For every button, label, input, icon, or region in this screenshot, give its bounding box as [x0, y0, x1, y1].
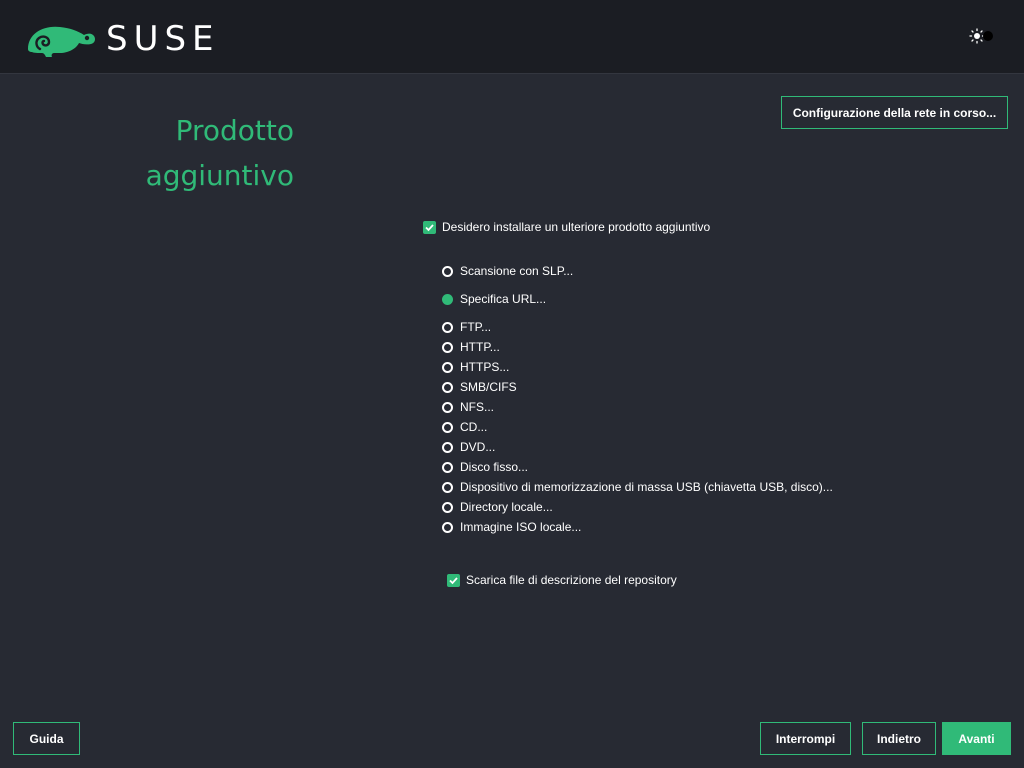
- checkbox-checked-icon: [447, 573, 460, 587]
- radio-option-label: NFS...: [460, 400, 495, 414]
- radio-option[interactable]: NFS...: [442, 399, 494, 415]
- radio-option-label: Disco fisso...: [460, 460, 529, 474]
- radio-option[interactable]: Dispositivo di memorizzazione di massa U…: [442, 479, 833, 495]
- radio-option-label: Immagine ISO locale...: [460, 520, 582, 534]
- radio-unselected-icon: [442, 361, 453, 373]
- radio-option-label: SMB/CIFS: [460, 380, 517, 394]
- radio-unselected-icon: [442, 265, 453, 277]
- radio-unselected-icon: [442, 501, 453, 513]
- brand-text: SUSE: [106, 19, 220, 59]
- abort-button[interactable]: Interrompi: [760, 722, 851, 755]
- radio-unselected-icon: [442, 521, 453, 533]
- download-repo-description-label: Scarica file di descrizione del reposito…: [466, 573, 677, 587]
- radio-option-label: FTP...: [460, 320, 492, 334]
- radio-option[interactable]: Immagine ISO locale...: [442, 519, 581, 535]
- radio-unselected-icon: [442, 421, 453, 433]
- radio-option-label: Directory locale...: [460, 500, 553, 514]
- next-button[interactable]: Avanti: [942, 722, 1011, 755]
- radio-option[interactable]: Scansione con SLP...: [442, 263, 573, 279]
- radio-option-label: HTTP...: [460, 340, 500, 354]
- radio-option[interactable]: CD...: [442, 419, 487, 435]
- chameleon-logo-icon: [28, 26, 95, 57]
- page-title-line1: Prodotto: [175, 114, 294, 147]
- radio-option[interactable]: Specifica URL...: [442, 291, 546, 307]
- radio-unselected-icon: [442, 381, 453, 393]
- radio-unselected-icon: [442, 321, 453, 333]
- radio-option-label: Scansione con SLP...: [460, 264, 574, 278]
- radio-option[interactable]: Disco fisso...: [442, 459, 528, 475]
- radio-option-label: Specifica URL...: [460, 292, 547, 306]
- source-radio-group: Scansione con SLP... Specifica URL... FTP.…: [442, 0, 942, 768]
- radio-option[interactable]: FTP...: [442, 319, 491, 335]
- radio-option-label: Dispositivo di memorizzazione di massa U…: [460, 480, 833, 494]
- radio-option-label: DVD...: [460, 440, 496, 454]
- help-button[interactable]: Guida: [13, 722, 80, 755]
- checkbox-checked-icon: [423, 220, 436, 234]
- radio-option-label: CD...: [460, 420, 488, 434]
- radio-option-label: HTTPS...: [460, 360, 510, 374]
- sun-icon: [969, 28, 993, 44]
- radio-option[interactable]: HTTPS...: [442, 359, 509, 375]
- suse-logo: SUSE: [24, 19, 220, 59]
- page-title-line2: aggiuntivo: [145, 159, 294, 192]
- theme-toggle[interactable]: [969, 28, 997, 44]
- radio-option[interactable]: SMB/CIFS: [442, 379, 517, 395]
- radio-unselected-icon: [442, 401, 453, 413]
- page-title: Prodotto aggiuntivo: [146, 108, 294, 198]
- radio-option[interactable]: Directory locale...: [442, 499, 553, 515]
- radio-unselected-icon: [442, 481, 453, 493]
- radio-selected-icon: [442, 293, 453, 305]
- radio-option[interactable]: DVD...: [442, 439, 495, 455]
- radio-option[interactable]: HTTP...: [442, 339, 500, 355]
- radio-unselected-icon: [442, 341, 453, 353]
- back-button[interactable]: Indietro: [862, 722, 936, 755]
- radio-unselected-icon: [442, 461, 453, 473]
- download-repo-description-checkbox[interactable]: Scarica file di descrizione del reposito…: [447, 573, 677, 587]
- radio-unselected-icon: [442, 441, 453, 453]
